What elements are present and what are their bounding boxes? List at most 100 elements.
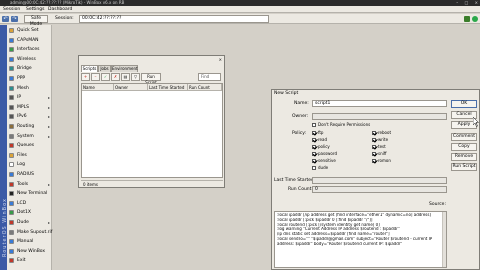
remove-icon[interactable]: – — [91, 73, 100, 81]
add-icon[interactable]: + — [81, 73, 90, 81]
policy-sniff-checkbox[interactable]: sniff — [372, 151, 387, 157]
run-script-button[interactable]: Run Script — [451, 163, 477, 171]
checkbox-icon[interactable] — [372, 137, 376, 142]
run-script-button[interactable]: Run Script — [141, 73, 161, 85]
disable-icon[interactable]: ✗ — [111, 73, 120, 81]
menu-session[interactable]: Session — [3, 6, 20, 13]
policy-dude-checkbox[interactable]: dude — [312, 165, 328, 171]
sidebar-item-label: Manual — [17, 239, 34, 245]
sidebar-item[interactable]: Routing ▸ — [7, 123, 52, 130]
sidebar-item[interactable]: New Terminal — [7, 190, 52, 197]
policy-write-checkbox[interactable]: write — [372, 137, 388, 143]
sidebar-item-label: Dot1X — [17, 210, 31, 216]
minimize-button[interactable]: – — [456, 0, 458, 5]
source-scrollbar[interactable] — [442, 212, 446, 267]
sidebar-item[interactable]: Dot1X — [7, 209, 52, 216]
sidebar-item[interactable]: LCD — [7, 200, 52, 207]
sidebar-item[interactable]: Mesh — [7, 85, 52, 92]
remove-button[interactable]: Remove — [451, 153, 477, 161]
sidebar-item-label: Routing — [17, 124, 35, 129]
policy-read-checkbox[interactable]: read — [312, 137, 327, 143]
column-header-last-started[interactable]: Last Time Started — [148, 84, 188, 91]
policy-sensitive-checkbox[interactable]: sensitive — [312, 158, 336, 164]
script-list-window: × Scripts Jobs Environment + – ✓ ✗ ▤ ▽ R… — [78, 55, 225, 188]
filter-icon[interactable]: ▽ — [131, 73, 140, 81]
enable-icon[interactable]: ✓ — [101, 73, 110, 81]
policy-label: dude — [318, 165, 329, 170]
policy-test-checkbox[interactable]: test — [372, 144, 386, 150]
sidebar-item-icon — [9, 181, 14, 187]
column-header-run-count[interactable]: Run Count — [188, 84, 222, 91]
source-textarea[interactable]: :local ipaddr [/ip address get [find int… — [274, 211, 447, 268]
sidebar-item[interactable]: IPv6 ▸ — [7, 113, 52, 120]
checkbox-icon[interactable] — [312, 144, 316, 149]
checkbox-icon[interactable] — [312, 137, 316, 142]
sidebar-item[interactable]: Queues — [7, 142, 52, 149]
checkbox-icon[interactable] — [312, 158, 316, 163]
redo-icon[interactable]: ↷ — [11, 16, 18, 22]
maximize-button[interactable]: □ — [465, 0, 469, 5]
sidebar-item[interactable]: System ▸ — [7, 133, 52, 140]
policy-label: policy — [318, 144, 330, 149]
sidebar-item-icon — [9, 66, 14, 72]
sidebar-item[interactable]: Quick Set — [7, 27, 52, 34]
sidebar-item[interactable]: MPLS ▸ — [7, 104, 52, 111]
checkbox-icon[interactable] — [312, 165, 316, 170]
tab-environment[interactable]: Environment — [111, 65, 138, 72]
window-title: New Script — [274, 91, 299, 96]
sidebar-item[interactable]: Tools ▸ — [7, 181, 52, 188]
sidebar-item[interactable]: Manual — [7, 238, 52, 245]
sidebar-item[interactable]: Bridge — [7, 65, 52, 72]
sidebar-item[interactable]: RADIUS — [7, 171, 52, 178]
undo-icon[interactable]: ↶ — [2, 16, 9, 22]
close-button[interactable]: × — [475, 0, 478, 5]
sidebar-item[interactable]: Files — [7, 152, 52, 159]
checkbox-icon[interactable] — [312, 151, 316, 156]
menu-settings[interactable]: Settings — [26, 6, 44, 13]
policy-password-checkbox[interactable]: password — [312, 151, 337, 157]
sidebar-item-icon — [9, 248, 14, 254]
sidebar-item[interactable]: Wireless — [7, 56, 52, 63]
brand-strip: RouterOS WinBox — [0, 25, 8, 270]
sidebar-item[interactable]: CAPsMAN — [7, 37, 52, 44]
comment-button[interactable]: Comment — [451, 133, 477, 141]
column-header-owner[interactable]: Owner — [114, 84, 148, 91]
sidebar-item-label: Quick Set — [17, 28, 39, 33]
column-header-name[interactable]: Name — [82, 84, 114, 91]
close-icon[interactable]: × — [219, 56, 222, 63]
sidebar-item[interactable]: Log — [7, 161, 52, 168]
sidebar-item[interactable]: PPP — [7, 75, 52, 82]
policy-romon-checkbox[interactable]: romon — [372, 158, 391, 164]
find-input[interactable]: Find — [198, 73, 221, 81]
checkbox-icon[interactable] — [312, 130, 316, 135]
checkbox-icon[interactable] — [312, 122, 316, 127]
policy-ftp-checkbox[interactable]: ftp — [312, 130, 323, 136]
comment-icon[interactable]: ▤ — [121, 73, 130, 81]
checkbox-icon[interactable] — [372, 151, 376, 156]
dont-require-permissions-checkbox[interactable]: Don't Require Permissions — [312, 122, 370, 128]
sidebar-item-icon — [9, 191, 14, 197]
session-field[interactable]: 00:0C:42:??:??:?? — [79, 15, 269, 23]
tab-scripts[interactable]: Scripts — [81, 65, 98, 72]
sidebar-item[interactable]: Dude ▸ — [7, 219, 52, 226]
sidebar-item-icon — [9, 124, 14, 129]
name-input[interactable]: script1 — [312, 100, 447, 107]
policy-policy-checkbox[interactable]: policy — [312, 144, 330, 150]
copy-button[interactable]: Copy — [451, 143, 477, 151]
sidebar-item[interactable]: IP ▸ — [7, 94, 52, 101]
sidebar-item[interactable]: Exit — [7, 257, 52, 264]
status-icon — [472, 16, 478, 22]
sidebar-item-icon — [9, 229, 14, 235]
policy-reboot-checkbox[interactable]: reboot — [372, 130, 391, 136]
checkbox-icon[interactable] — [372, 130, 376, 135]
checkbox-icon[interactable] — [372, 158, 376, 163]
sidebar-item-label: New WinBox — [17, 248, 46, 254]
sidebar-item[interactable]: Interfaces — [7, 46, 52, 53]
safe-mode-button[interactable]: Safe Mode — [24, 15, 48, 27]
tab-jobs[interactable]: Jobs — [98, 65, 111, 72]
ok-button[interactable]: OK — [451, 100, 477, 108]
menu-dashboard[interactable]: Dashboard — [48, 6, 72, 13]
sidebar-item[interactable]: Make Supout.rif — [7, 229, 52, 236]
sidebar-item[interactable]: New WinBox — [7, 248, 52, 255]
checkbox-icon[interactable] — [372, 144, 376, 149]
